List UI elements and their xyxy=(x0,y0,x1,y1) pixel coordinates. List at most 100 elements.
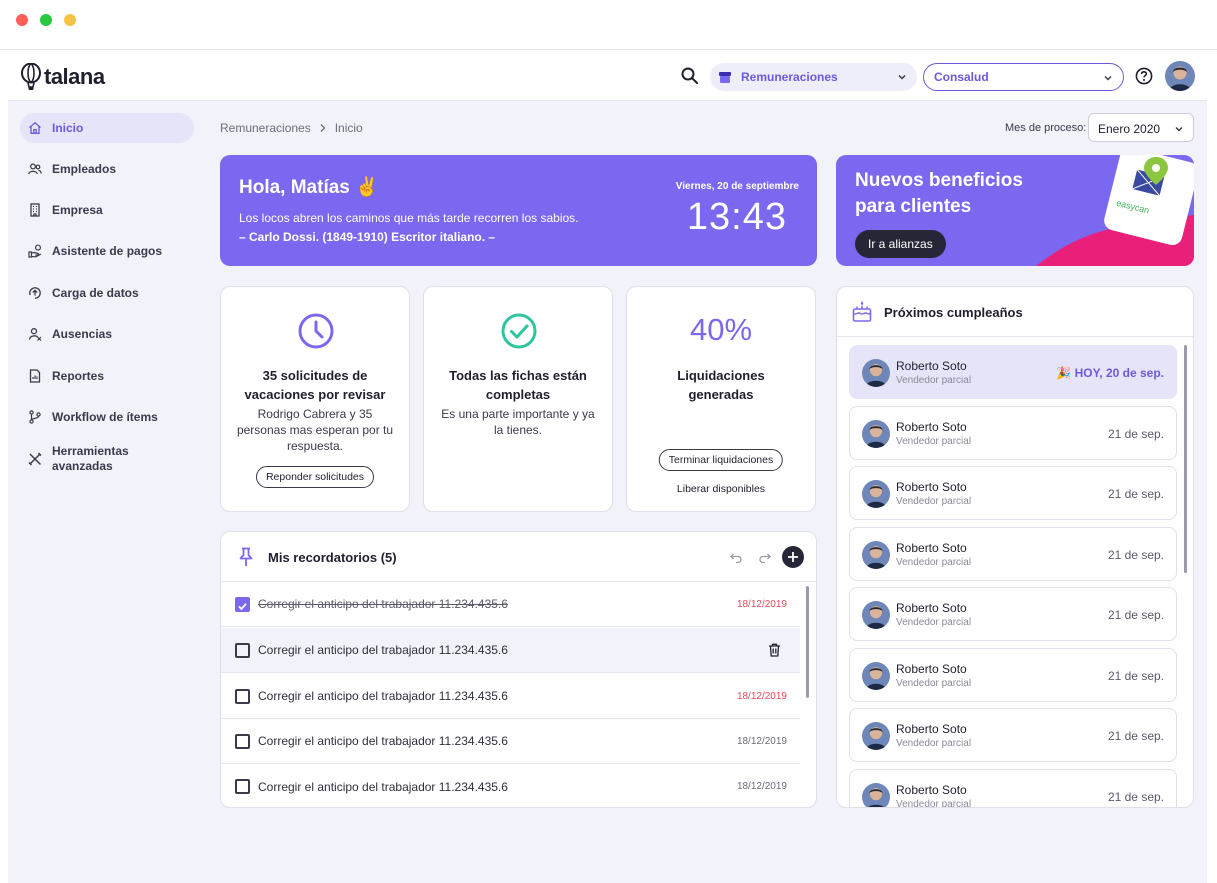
sidebar-item-label: Reportes xyxy=(52,369,105,383)
home-icon xyxy=(29,121,41,134)
birthday-card[interactable]: Roberto Soto Vendedor parcial 🎉 HOY, 20 de… xyxy=(849,345,1177,399)
module-select-value: Remuneraciones xyxy=(741,70,838,84)
users-icon xyxy=(28,163,42,175)
sidebar-item-label: Empleados xyxy=(52,162,117,176)
clock-icon xyxy=(298,313,334,349)
person-name: Roberto Soto xyxy=(896,782,967,797)
person-avatar xyxy=(862,540,890,569)
birthday-card[interactable]: Roberto Soto Vendedor parcial 21 de sep. xyxy=(849,526,1177,581)
reminder-row[interactable]: Corregir el anticipo del trabajador 11.2… xyxy=(221,719,800,764)
person-avatar xyxy=(862,480,890,508)
company-select[interactable]: Consalud xyxy=(923,63,1124,91)
birthday-date: 21 de sep. xyxy=(1107,487,1164,501)
birthday-card[interactable]: Roberto Soto Vendedor parcial 21 de sep. xyxy=(849,708,1177,762)
pin-icon xyxy=(239,547,253,566)
undo-icon[interactable] xyxy=(729,550,743,564)
maximize-window-dot[interactable] xyxy=(40,14,52,26)
payroll-card: 40% Liquidaciones generadas Terminar liq… xyxy=(626,286,816,512)
reminder-row[interactable]: Corregir el anticipo del trabajador 11.2… xyxy=(221,582,800,627)
birthday-card[interactable]: Roberto Soto Vendedor parcial 21 de sep. xyxy=(849,405,1177,460)
sidebar-item-ausencias[interactable]: Ausencias xyxy=(20,319,194,349)
birthdays-header: Próximos cumpleaños xyxy=(837,287,1193,337)
top-bar: talana Remuneraciones Consalud xyxy=(8,51,1207,101)
sidebar-item-empresa[interactable]: Empresa xyxy=(20,195,194,225)
close-window-dot[interactable] xyxy=(16,14,28,26)
sidebar-item-label: Empresa xyxy=(52,203,103,217)
minimize-window-dot[interactable] xyxy=(64,14,76,26)
person-avatar-image xyxy=(862,722,890,750)
sidebar-item-herramientas[interactable]: Herramientas avanzadas xyxy=(20,439,194,479)
sidebar-item-carga-datos[interactable]: Carga de datos xyxy=(20,278,194,308)
cake-icon xyxy=(852,301,872,322)
reminder-text: Corregir el anticipo del trabajador 11.2… xyxy=(258,689,508,703)
breadcrumb: Remuneraciones Inicio xyxy=(220,121,363,135)
birthday-date: 21 de sep. xyxy=(1107,426,1164,441)
sidebar-item-label: Ausencias xyxy=(52,327,113,341)
reminder-checkbox[interactable] xyxy=(235,779,250,794)
payment-icon xyxy=(28,244,42,258)
finish-payroll-button[interactable]: Terminar liquidaciones xyxy=(658,449,784,471)
trash-icon[interactable] xyxy=(768,643,781,657)
reminder-date: 18/12/2019 xyxy=(736,690,787,702)
release-available-link[interactable]: Liberar disponibles xyxy=(627,483,815,495)
reminder-checkbox[interactable] xyxy=(235,733,250,749)
reminder-date: 18/12/2019 xyxy=(736,735,787,747)
person-name: Roberto Soto xyxy=(896,419,967,434)
plus-icon xyxy=(788,552,798,562)
tools-icon xyxy=(28,452,42,466)
workflow-icon xyxy=(29,410,41,424)
absence-icon xyxy=(28,328,42,341)
reminder-text: Corregir el anticipo del trabajador 11.2… xyxy=(258,643,508,657)
module-select[interactable]: Remuneraciones xyxy=(710,63,917,91)
person-name: Roberto Soto xyxy=(896,480,967,494)
birthday-card[interactable]: Roberto Soto Vendedor parcial 21 de sep. xyxy=(849,587,1177,641)
sidebar-item-label: Inicio xyxy=(52,121,84,135)
help-icon[interactable] xyxy=(1135,67,1153,85)
add-reminder-button[interactable] xyxy=(782,546,804,568)
greeting-banner: Hola, Matías ✌️ Los locos abren los cami… xyxy=(220,155,817,266)
reminder-checkbox[interactable] xyxy=(235,642,250,658)
birthday-date: 21 de sep. xyxy=(1107,668,1164,683)
person-avatar xyxy=(862,601,890,629)
birthdays-scrollbar[interactable] xyxy=(1184,345,1187,573)
search-icon[interactable] xyxy=(680,66,700,86)
alliances-button[interactable]: Ir a alianzas xyxy=(855,230,946,258)
person-name: Roberto Soto xyxy=(896,540,967,555)
reminder-date: 18/12/2019 xyxy=(736,598,787,610)
records-title: Todas las fichas están completas xyxy=(449,368,587,402)
redo-icon[interactable] xyxy=(758,550,772,564)
reminder-checkbox[interactable] xyxy=(235,688,250,704)
sidebar-item-label: Herramientas avanzadas xyxy=(52,444,129,473)
user-avatar[interactable] xyxy=(1165,61,1195,91)
reminder-checkbox[interactable] xyxy=(235,596,250,612)
breadcrumb-root[interactable]: Remuneraciones xyxy=(220,121,311,135)
person-role: Vendedor parcial xyxy=(896,375,972,386)
birthday-card[interactable]: Roberto Soto Vendedor parcial 21 de sep. xyxy=(849,647,1177,702)
sidebar-item-empleados[interactable]: Empleados xyxy=(20,154,194,184)
promo-illustration: easycan xyxy=(1036,155,1194,266)
report-icon xyxy=(29,369,41,383)
birthday-date: 21 de sep. xyxy=(1107,729,1164,743)
reminder-row[interactable]: Corregir el anticipo del trabajador 11.2… xyxy=(221,628,800,673)
sidebar-item-workflow[interactable]: Workflow de ítems xyxy=(20,402,194,432)
person-name: Roberto Soto xyxy=(896,601,967,615)
birthday-card[interactable]: Roberto Soto Vendedor parcial 21 de sep. xyxy=(849,768,1177,807)
reminder-row[interactable]: Corregir el anticipo del trabajador 11.2… xyxy=(221,674,800,719)
chevron-right-icon xyxy=(320,124,326,132)
reminder-text: Corregir el anticipo del trabajador 11.2… xyxy=(258,597,508,611)
respond-requests-button[interactable]: Reponder solicitudes xyxy=(255,466,375,488)
reminders-scrollbar[interactable] xyxy=(806,586,809,698)
chevron-down-icon xyxy=(898,74,906,80)
greeting-author: – Carlo Dossi. (1849-1910) Escritor ital… xyxy=(239,230,496,244)
process-month-select[interactable]: Enero 2020 xyxy=(1088,113,1194,142)
person-avatar-image xyxy=(862,359,890,387)
reminder-row[interactable]: Corregir el anticipo del trabajador 11.2… xyxy=(221,764,800,807)
sidebar-item-asistente-pagos[interactable]: Asistente de pagos xyxy=(20,236,194,266)
birthday-card[interactable]: Roberto Soto Vendedor parcial 21 de sep. xyxy=(849,466,1177,520)
sidebar-item-reportes[interactable]: Reportes xyxy=(20,361,194,391)
greeting-clock: 13:43 xyxy=(686,196,787,238)
vacations-title: 35 solicitudes de vacaciones por revisar xyxy=(244,368,386,402)
person-avatar xyxy=(862,782,890,807)
talana-logo[interactable]: talana xyxy=(20,63,105,91)
sidebar-item-inicio[interactable]: Inicio xyxy=(20,113,194,143)
